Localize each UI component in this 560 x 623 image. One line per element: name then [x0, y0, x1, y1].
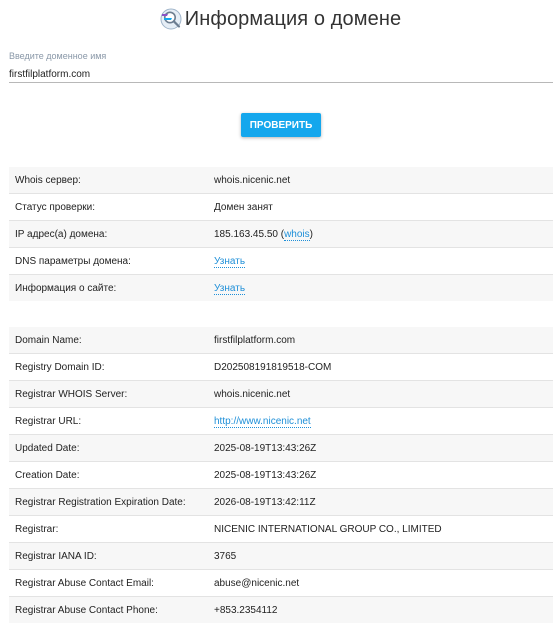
row-value: 2025-08-19T13:43:26Z	[214, 435, 553, 462]
registry-table: Domain Name:firstfilplatform.com Registr…	[9, 327, 553, 623]
row-key: Статус проверки:	[9, 194, 214, 221]
row-key: Domain Name:	[9, 327, 214, 354]
table-row: Информация о сайте: Узнать	[9, 275, 553, 302]
row-value: 2025-08-19T13:43:26Z	[214, 462, 553, 489]
row-key: Registrar WHOIS Server:	[9, 381, 214, 408]
row-value: 185.163.45.50 (whois)	[214, 221, 553, 248]
row-key: Registrar Registration Expiration Date:	[9, 489, 214, 516]
domain-field-label: Введите доменное имя	[9, 51, 106, 61]
table-row: Registrar Abuse Contact Phone:+853.23541…	[9, 597, 553, 623]
table-row: Domain Name:firstfilplatform.com	[9, 327, 553, 354]
row-value: firstfilplatform.com	[214, 327, 553, 354]
row-value: +853.2354112	[214, 597, 553, 623]
row-value: Узнать	[214, 248, 553, 275]
row-key: Registrar Abuse Contact Email:	[9, 570, 214, 597]
row-key: Registrar Abuse Contact Phone:	[9, 597, 214, 623]
table-row: Whois сервер: whois.nicenic.net	[9, 167, 553, 194]
domain-input[interactable]	[9, 66, 553, 83]
table-row: Updated Date:2025-08-19T13:43:26Z	[9, 435, 553, 462]
page-title: Информация о домене	[185, 8, 401, 31]
row-key: Registrar URL:	[9, 408, 214, 435]
row-value: Узнать	[214, 275, 553, 302]
row-key: Whois сервер:	[9, 167, 214, 194]
table-row: Registrar WHOIS Server:whois.nicenic.net	[9, 381, 553, 408]
row-key: DNS параметры домена:	[9, 248, 214, 275]
row-key: Registry Domain ID:	[9, 354, 214, 381]
row-value: whois.nicenic.net	[214, 381, 553, 408]
row-value: 3765	[214, 543, 553, 570]
row-value: abuse@nicenic.net	[214, 570, 553, 597]
table-row: Registrar IANA ID:3765	[9, 543, 553, 570]
row-key: Информация о сайте:	[9, 275, 214, 302]
row-value: http://www.nicenic.net	[214, 408, 553, 435]
table-row: Registry Domain ID:D202508191819518-COM	[9, 354, 553, 381]
ip-address: 185.163.45.50	[214, 229, 278, 240]
table-row: Registrar Registration Expiration Date:2…	[9, 489, 553, 516]
row-key: Updated Date:	[9, 435, 214, 462]
table-row: Creation Date:2025-08-19T13:43:26Z	[9, 462, 553, 489]
dns-find-link[interactable]: Узнать	[214, 256, 245, 268]
row-value: Домен занят	[214, 194, 553, 221]
table-row: DNS параметры домена: Узнать	[9, 248, 553, 275]
row-value: NICENIC INTERNATIONAL GROUP CO., LIMITED	[214, 516, 553, 543]
summary-table: Whois сервер: whois.nicenic.net Статус п…	[9, 167, 553, 301]
page-header: Информация о домене	[0, 4, 560, 34]
table-row: Registrar URL:http://www.nicenic.net	[9, 408, 553, 435]
row-key: Registrar:	[9, 516, 214, 543]
domain-magnifier-icon	[159, 7, 183, 31]
site-info-link[interactable]: Узнать	[214, 283, 245, 295]
row-key: Creation Date:	[9, 462, 214, 489]
check-button[interactable]: ПРОВЕРИТЬ	[241, 113, 321, 137]
row-key: Registrar IANA ID:	[9, 543, 214, 570]
paren-close: )	[310, 229, 313, 240]
row-value: D202508191819518-COM	[214, 354, 553, 381]
row-value: whois.nicenic.net	[214, 167, 553, 194]
row-key: IP адрес(а) домена:	[9, 221, 214, 248]
table-row: IP адрес(а) домена: 185.163.45.50 (whois…	[9, 221, 553, 248]
registrar-url-link[interactable]: http://www.nicenic.net	[214, 416, 311, 428]
table-row: Registrar Abuse Contact Email:abuse@nice…	[9, 570, 553, 597]
table-row: Статус проверки: Домен занят	[9, 194, 553, 221]
ip-whois-link[interactable]: whois	[284, 229, 310, 241]
row-value: 2026-08-19T13:42:11Z	[214, 489, 553, 516]
table-row: Registrar:NICENIC INTERNATIONAL GROUP CO…	[9, 516, 553, 543]
